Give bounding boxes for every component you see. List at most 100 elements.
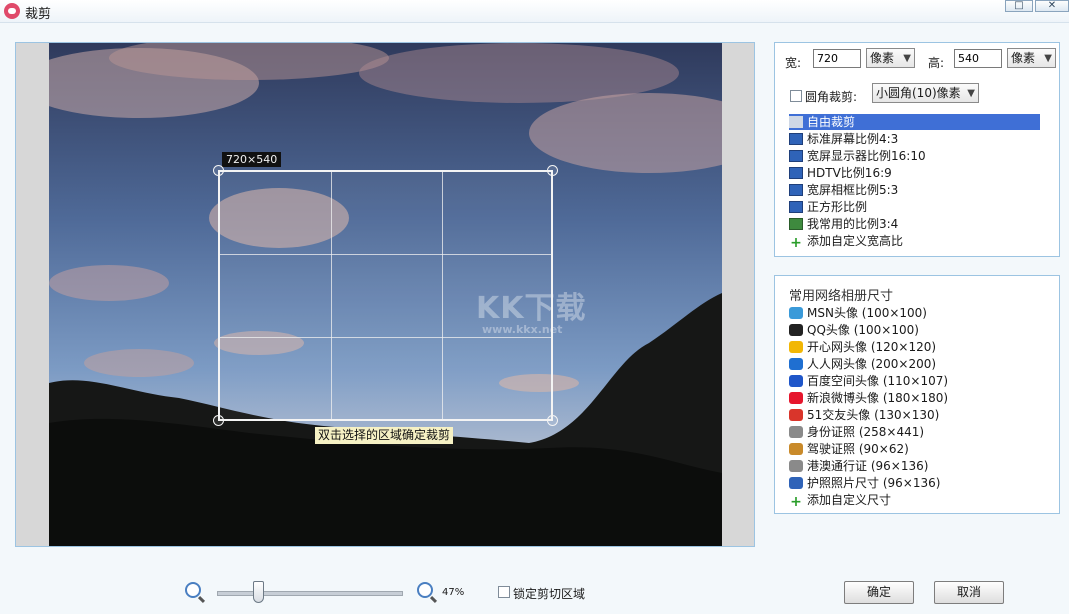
monitor-icon	[789, 184, 803, 196]
ratio-label: 标准屏幕比例4:3	[807, 132, 899, 146]
round-corner-select[interactable]: 小圆角(10)像素 ▼	[872, 83, 979, 103]
crop-grid-line	[220, 337, 551, 338]
album-size-label: MSN头像 (100×100)	[807, 306, 927, 320]
width-label: 宽:	[785, 56, 802, 70]
cancel-button[interactable]: 取消	[934, 581, 1004, 604]
crop-hint: 双击选择的区域确定裁剪	[315, 427, 454, 444]
album-size-item[interactable]: 港澳通行证 (96×136)	[789, 458, 928, 474]
qq-icon	[789, 324, 803, 336]
maximize-button[interactable]: □	[1005, 0, 1033, 12]
album-size-label: 51交友头像 (130×130)	[807, 408, 940, 422]
monitor-icon	[789, 150, 803, 162]
ratio-item-4-3[interactable]: 标准屏幕比例4:3	[789, 131, 898, 147]
crop-handle-bottom-right[interactable]	[547, 415, 558, 426]
ratio-label: HDTV比例16:9	[807, 166, 892, 180]
ratio-label: 正方形比例	[807, 200, 868, 214]
height-unit-select[interactable]: 像素 ▼	[1007, 48, 1056, 68]
app-logo-icon	[4, 3, 20, 19]
51-icon	[789, 409, 803, 421]
album-size-item[interactable]: MSN头像 (100×100)	[789, 305, 927, 321]
ratio-item-16-10[interactable]: 宽屏显示器比例16:10	[789, 148, 926, 164]
album-size-label: 添加自定义尺寸	[807, 493, 892, 507]
album-size-item[interactable]: 护照照片尺寸 (96×136)	[789, 475, 940, 491]
crop-handle-top-left[interactable]	[213, 165, 224, 176]
round-corner-value: 小圆角(10)像素	[876, 86, 961, 100]
height-label: 高:	[928, 56, 945, 70]
id-card-icon	[789, 426, 803, 438]
ratio-label: 我常用的比例3:4	[807, 217, 899, 231]
weibo-icon	[789, 392, 803, 404]
ratio-item-16-9[interactable]: HDTV比例16:9	[789, 165, 892, 181]
monitor-icon	[789, 167, 803, 179]
lock-crop-label: 锁定剪切区域	[513, 587, 586, 601]
width-input[interactable]	[813, 49, 861, 68]
height-unit-value: 像素	[1011, 51, 1036, 65]
portrait-icon	[789, 218, 803, 230]
ratio-label: 添加自定义宽高比	[807, 234, 904, 248]
album-size-item[interactable]: 开心网头像 (120×120)	[789, 339, 936, 355]
plus-icon: +	[790, 235, 802, 251]
width-unit-value: 像素	[870, 51, 895, 65]
close-button[interactable]: ✕	[1035, 0, 1069, 12]
album-size-label: 新浪微博头像 (180×180)	[807, 391, 949, 405]
crop-handle-top-right[interactable]	[547, 165, 558, 176]
round-corner-checkbox[interactable]	[790, 90, 802, 102]
title-bar: 裁剪 □ ✕	[0, 0, 1069, 23]
album-size-item[interactable]: 身份证照 (258×441)	[789, 424, 924, 440]
album-size-label: 身份证照 (258×441)	[807, 425, 925, 439]
chevron-down-icon: ▼	[903, 53, 911, 64]
width-unit-select[interactable]: 像素 ▼	[866, 48, 915, 68]
add-custom-ratio[interactable]: + 添加自定义宽高比	[789, 233, 904, 251]
license-icon	[789, 443, 803, 455]
monitor-icon	[789, 133, 803, 145]
album-size-item[interactable]: 百度空间头像 (110×107)	[789, 373, 948, 389]
album-size-label: 护照照片尺寸 (96×136)	[807, 476, 941, 490]
add-custom-size[interactable]: + 添加自定义尺寸	[789, 492, 892, 510]
ratio-item-5-3[interactable]: 宽屏相框比例5:3	[789, 182, 898, 198]
crop-settings-panel: 宽: 像素 ▼ 高: 像素 ▼ 圆角裁剪: 小圆角(10)像素 ▼ 自由裁剪 标…	[774, 42, 1060, 257]
ratio-label: 宽屏相框比例5:3	[807, 183, 899, 197]
photo-preview[interactable]: KK下载 www.kkx.net 720×540 双击选择的区域确定裁剪	[49, 43, 722, 546]
album-size-item[interactable]: 驾驶证照 (90×62)	[789, 441, 909, 457]
crop-handle-bottom-left[interactable]	[213, 415, 224, 426]
image-canvas[interactable]: KK下载 www.kkx.net 720×540 双击选择的区域确定裁剪	[15, 42, 755, 547]
album-size-item[interactable]: 51交友头像 (130×130)	[789, 407, 939, 423]
height-input[interactable]	[954, 49, 1002, 68]
album-size-label: 开心网头像 (120×120)	[807, 340, 937, 354]
album-size-label: 百度空间头像 (110×107)	[807, 374, 949, 388]
ratio-item-free[interactable]: 自由裁剪	[789, 114, 1040, 130]
album-size-item[interactable]: QQ头像 (100×100)	[789, 322, 919, 338]
permit-icon	[789, 460, 803, 472]
album-size-title: 常用网络相册尺寸	[789, 289, 894, 304]
window-title: 裁剪	[25, 7, 52, 22]
lock-crop-checkbox[interactable]	[498, 586, 510, 598]
crop-grid-line	[442, 172, 443, 419]
album-size-item[interactable]: 人人网头像 (200×200)	[789, 356, 936, 372]
crop-size-label: 720×540	[222, 152, 282, 167]
chevron-down-icon: ▼	[967, 88, 975, 99]
monitor-icon	[789, 201, 803, 213]
ok-button[interactable]: 确定	[844, 581, 914, 604]
ratio-item-3-4[interactable]: 我常用的比例3:4	[789, 216, 898, 232]
album-size-panel: 常用网络相册尺寸 MSN头像 (100×100) QQ头像 (100×100) 开心…	[774, 275, 1060, 514]
baidu-icon	[789, 375, 803, 387]
ratio-item-square[interactable]: 正方形比例	[789, 199, 867, 215]
zoom-in-icon[interactable]	[417, 582, 433, 598]
chevron-down-icon: ▼	[1044, 53, 1052, 64]
album-size-label: 人人网头像 (200×200)	[807, 357, 937, 371]
round-corner-label: 圆角裁剪:	[805, 90, 858, 104]
msn-icon	[789, 307, 803, 319]
album-size-item[interactable]: 新浪微博头像 (180×180)	[789, 390, 948, 406]
crop-grid-line	[220, 254, 551, 255]
album-size-label: 港澳通行证 (96×136)	[807, 459, 929, 473]
plus-icon: +	[790, 494, 802, 510]
album-size-label: 驾驶证照 (90×62)	[807, 442, 909, 456]
zoom-percent: 47%	[442, 587, 465, 598]
crop-selection[interactable]	[213, 165, 558, 426]
kaixin-icon	[789, 341, 803, 353]
ratio-label: 宽屏显示器比例16:10	[807, 149, 926, 163]
zoom-slider-track[interactable]	[217, 591, 403, 596]
zoom-slider-thumb[interactable]	[253, 581, 264, 603]
album-size-label: QQ头像 (100×100)	[807, 323, 919, 337]
zoom-out-icon[interactable]	[185, 582, 201, 598]
